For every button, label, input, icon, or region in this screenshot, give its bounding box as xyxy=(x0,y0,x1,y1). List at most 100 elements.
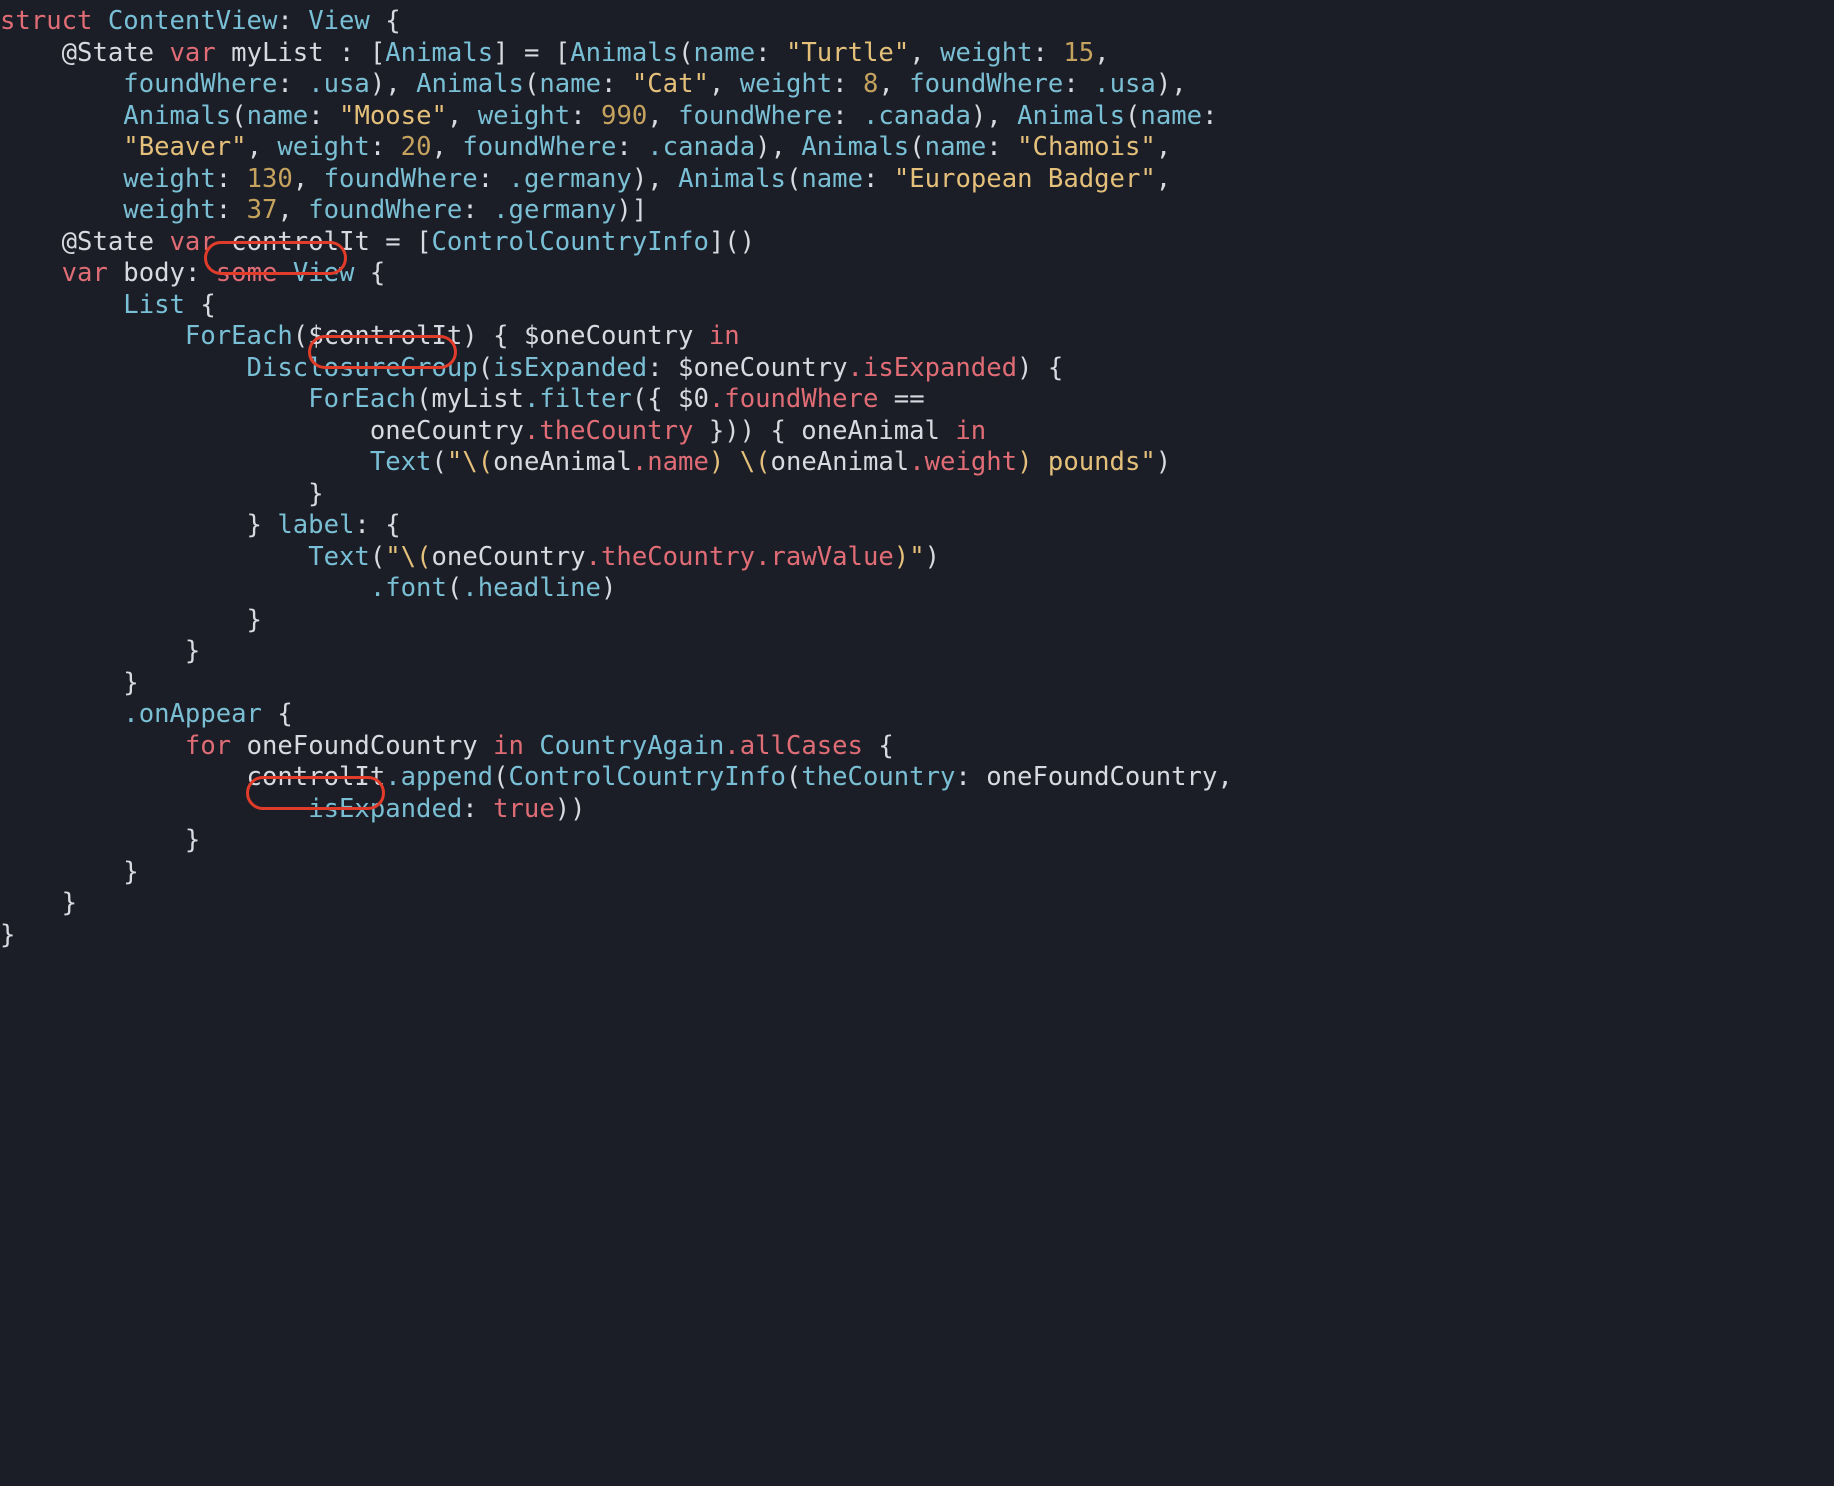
code-token: { xyxy=(354,258,385,288)
code-line[interactable]: .font(.headline) xyxy=(0,573,616,603)
code-token: { xyxy=(262,699,293,729)
code-token: .canada xyxy=(863,101,971,131)
code-line[interactable]: } xyxy=(0,825,200,855)
code-line[interactable]: controlIt.append(ControlCountryInfo(theC… xyxy=(0,762,1233,792)
code-line[interactable]: Animals(name: "Moose", weight: 990, foun… xyxy=(0,101,1217,131)
code-line[interactable]: ForEach($controlIt) { $oneCountry in xyxy=(0,321,740,351)
code-token xyxy=(0,290,123,320)
code-token: .germany xyxy=(493,195,616,225)
code-token: Animals xyxy=(1017,101,1125,131)
code-token: name xyxy=(801,164,863,194)
code-token: } xyxy=(0,668,139,698)
code-token: , xyxy=(447,101,478,131)
code-token: oneAnimal xyxy=(493,447,632,477)
code-token: ( xyxy=(524,69,539,99)
code-token: "Chamois" xyxy=(1017,132,1156,162)
code-line[interactable]: foundWhere: .usa), Animals(name: "Cat", … xyxy=(0,69,1187,99)
code-token: 15 xyxy=(1063,38,1094,68)
code-token xyxy=(0,101,123,131)
code-token: "Beaver" xyxy=(123,132,246,162)
code-editor[interactable]: struct ContentView: View { @State var my… xyxy=(0,0,1834,951)
code-token: var xyxy=(62,258,108,288)
code-line[interactable]: weight: 37, foundWhere: .germany)] xyxy=(0,195,647,225)
code-token: } xyxy=(0,857,139,887)
code-line[interactable]: } xyxy=(0,920,15,950)
code-line[interactable]: } xyxy=(0,857,139,887)
code-token: ), xyxy=(755,132,801,162)
code-token: ( xyxy=(431,447,446,477)
code-line[interactable]: struct ContentView: View { xyxy=(0,6,401,36)
code-token: : xyxy=(277,69,308,99)
code-line[interactable]: var body: some View { xyxy=(0,258,385,288)
code-token: ), xyxy=(370,69,416,99)
code-line[interactable]: } xyxy=(0,636,200,666)
code-token: , xyxy=(647,101,678,131)
code-token xyxy=(0,164,123,194)
code-token: name xyxy=(925,132,987,162)
code-line[interactable]: oneCountry.theCountry })) { oneAnimal in xyxy=(0,416,986,446)
code-line[interactable]: .onAppear { xyxy=(0,699,293,729)
code-token: ( xyxy=(447,573,462,603)
code-token: Text xyxy=(370,447,432,477)
code-token: \( xyxy=(401,542,432,572)
code-line[interactable]: ForEach(myList.filter({ $0.foundWhere == xyxy=(0,384,925,414)
code-token: "Cat" xyxy=(632,69,709,99)
code-token: myList xyxy=(431,384,523,414)
code-token: Animals xyxy=(570,38,678,68)
code-token: ({ xyxy=(632,384,678,414)
code-token: weight xyxy=(940,38,1032,68)
code-token: for xyxy=(185,731,231,761)
code-token: .weight xyxy=(909,447,1017,477)
code-token: ( xyxy=(493,762,508,792)
code-token: "Moose" xyxy=(339,101,447,131)
code-token: ( xyxy=(1125,101,1140,131)
code-token: } xyxy=(0,510,277,540)
code-token: Animals xyxy=(678,164,786,194)
code-line[interactable]: isExpanded: true)) xyxy=(0,794,586,824)
code-token: "Turtle" xyxy=(786,38,909,68)
code-line[interactable]: DisclosureGroup(isExpanded: $oneCountry.… xyxy=(0,353,1063,383)
code-token: weight xyxy=(123,195,215,225)
code-token: { xyxy=(185,290,216,320)
code-token: name xyxy=(247,101,309,131)
code-token: ControlCountryInfo xyxy=(432,227,709,257)
code-line[interactable]: } xyxy=(0,479,324,509)
code-token: } xyxy=(0,920,15,950)
code-line[interactable]: @State var controlIt = [ControlCountryIn… xyxy=(0,227,755,257)
code-token xyxy=(0,794,308,824)
code-token: .foundWhere xyxy=(709,384,879,414)
code-token: ), xyxy=(632,164,678,194)
code-line[interactable]: Text("\(oneAnimal.name) \(oneAnimal.weig… xyxy=(0,447,1171,477)
code-token: isExpanded xyxy=(308,794,462,824)
code-token: .canada xyxy=(647,132,755,162)
code-line[interactable]: } label: { xyxy=(0,510,401,540)
code-token: .usa xyxy=(1094,69,1156,99)
code-token: 20 xyxy=(401,132,432,162)
code-line[interactable]: for oneFoundCountry in CountryAgain.allC… xyxy=(0,731,894,761)
code-line[interactable]: List { xyxy=(0,290,216,320)
code-token: : xyxy=(986,132,1017,162)
code-token: : xyxy=(1063,69,1094,99)
code-token: var xyxy=(170,38,216,68)
code-line[interactable]: Text("\(oneCountry.theCountry.rawValue)"… xyxy=(0,542,940,572)
code-token: } xyxy=(0,605,262,635)
code-token xyxy=(0,195,123,225)
code-token: $0 xyxy=(678,384,709,414)
code-line[interactable]: } xyxy=(0,605,262,635)
code-line[interactable]: weight: 130, foundWhere: .germany), Anim… xyxy=(0,164,1171,194)
code-line[interactable]: } xyxy=(0,668,139,698)
code-token: .font xyxy=(370,573,447,603)
code-token: weight xyxy=(123,164,215,194)
code-token xyxy=(0,227,62,257)
code-token: Animals xyxy=(385,38,493,68)
code-line[interactable]: @State var myList : [Animals] = [Animals… xyxy=(0,38,1110,68)
code-token: " xyxy=(909,542,924,572)
code-line[interactable]: } xyxy=(0,888,77,918)
code-token: ForEach xyxy=(185,321,293,351)
code-token: , xyxy=(293,164,324,194)
code-token: .theCountry xyxy=(586,542,756,572)
code-token: foundWhere xyxy=(308,195,462,225)
code-token: " xyxy=(447,447,462,477)
code-line[interactable]: "Beaver", weight: 20, foundWhere: .canad… xyxy=(0,132,1171,162)
code-token: ( xyxy=(478,353,493,383)
